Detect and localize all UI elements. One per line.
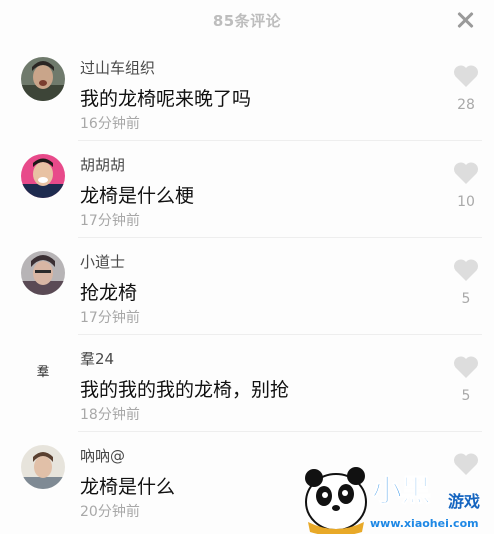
- username[interactable]: 羣24: [80, 348, 114, 369]
- heart-icon: [453, 65, 479, 87]
- comments-header: 85条评论: [0, 0, 494, 42]
- timestamp: 17分钟前: [80, 310, 140, 326]
- like-count: 5: [461, 388, 471, 404]
- comment-count-title: 85条评论: [212, 12, 282, 30]
- comment-item: 小道士 抢龙椅 17分钟前 5: [0, 238, 494, 335]
- heart-icon: [453, 162, 479, 184]
- avatar[interactable]: [21, 57, 65, 101]
- timestamp: 20分钟前: [80, 504, 140, 520]
- comment-item: 过山车组织 我的龙椅呢来晚了吗 16分钟前 28: [0, 44, 494, 141]
- watermark-url: www.xiaohei.com: [370, 517, 479, 530]
- comment-item: 羣 羣24 我的我的我的龙椅，别抢 18分钟前 5: [0, 335, 494, 432]
- close-icon[interactable]: [454, 9, 476, 31]
- username[interactable]: 过山车组织: [80, 57, 155, 78]
- comment-text: 龙椅是什么梗: [80, 185, 195, 207]
- like-button[interactable]: 5: [448, 258, 484, 318]
- avatar[interactable]: [21, 445, 65, 489]
- comments-sheet: 85条评论 过山车组织 我的龙椅呢来晚了吗 16分钟前 28 胡胡胡 龙椅是什么…: [0, 0, 494, 534]
- like-count: 5: [461, 291, 471, 307]
- like-button[interactable]: 10: [448, 161, 484, 221]
- comment-text: 我的我的我的龙椅，别抢: [80, 379, 290, 401]
- comment-text: 龙椅是什么: [80, 476, 176, 498]
- heart-icon: [453, 356, 479, 378]
- panda-icon: [305, 467, 367, 534]
- avatar[interactable]: [21, 154, 65, 198]
- comment-item: 胡胡胡 龙椅是什么梗 17分钟前 10: [0, 141, 494, 238]
- like-button[interactable]: 5: [448, 355, 484, 415]
- like-count: 28: [457, 97, 475, 113]
- like-count: 10: [457, 194, 475, 210]
- comment-text: 我的龙椅呢来晚了吗: [80, 88, 252, 110]
- heart-icon: [453, 259, 479, 281]
- timestamp: 17分钟前: [80, 213, 140, 229]
- timestamp: 18分钟前: [80, 407, 140, 423]
- username[interactable]: 吶吶@: [80, 445, 125, 466]
- watermark-brand: 小黑: [372, 474, 432, 510]
- avatar[interactable]: 羣: [21, 348, 65, 392]
- comment-text: 抢龙椅: [80, 282, 138, 304]
- username[interactable]: 胡胡胡: [80, 154, 125, 175]
- username[interactable]: 小道士: [80, 251, 125, 272]
- avatar[interactable]: [21, 251, 65, 295]
- like-button[interactable]: 28: [448, 64, 484, 124]
- watermark-brand-suffix: 游戏: [448, 492, 481, 511]
- watermark-logo: 小黑 游戏 www.xiaohei.com: [300, 462, 494, 534]
- timestamp: 16分钟前: [80, 116, 140, 132]
